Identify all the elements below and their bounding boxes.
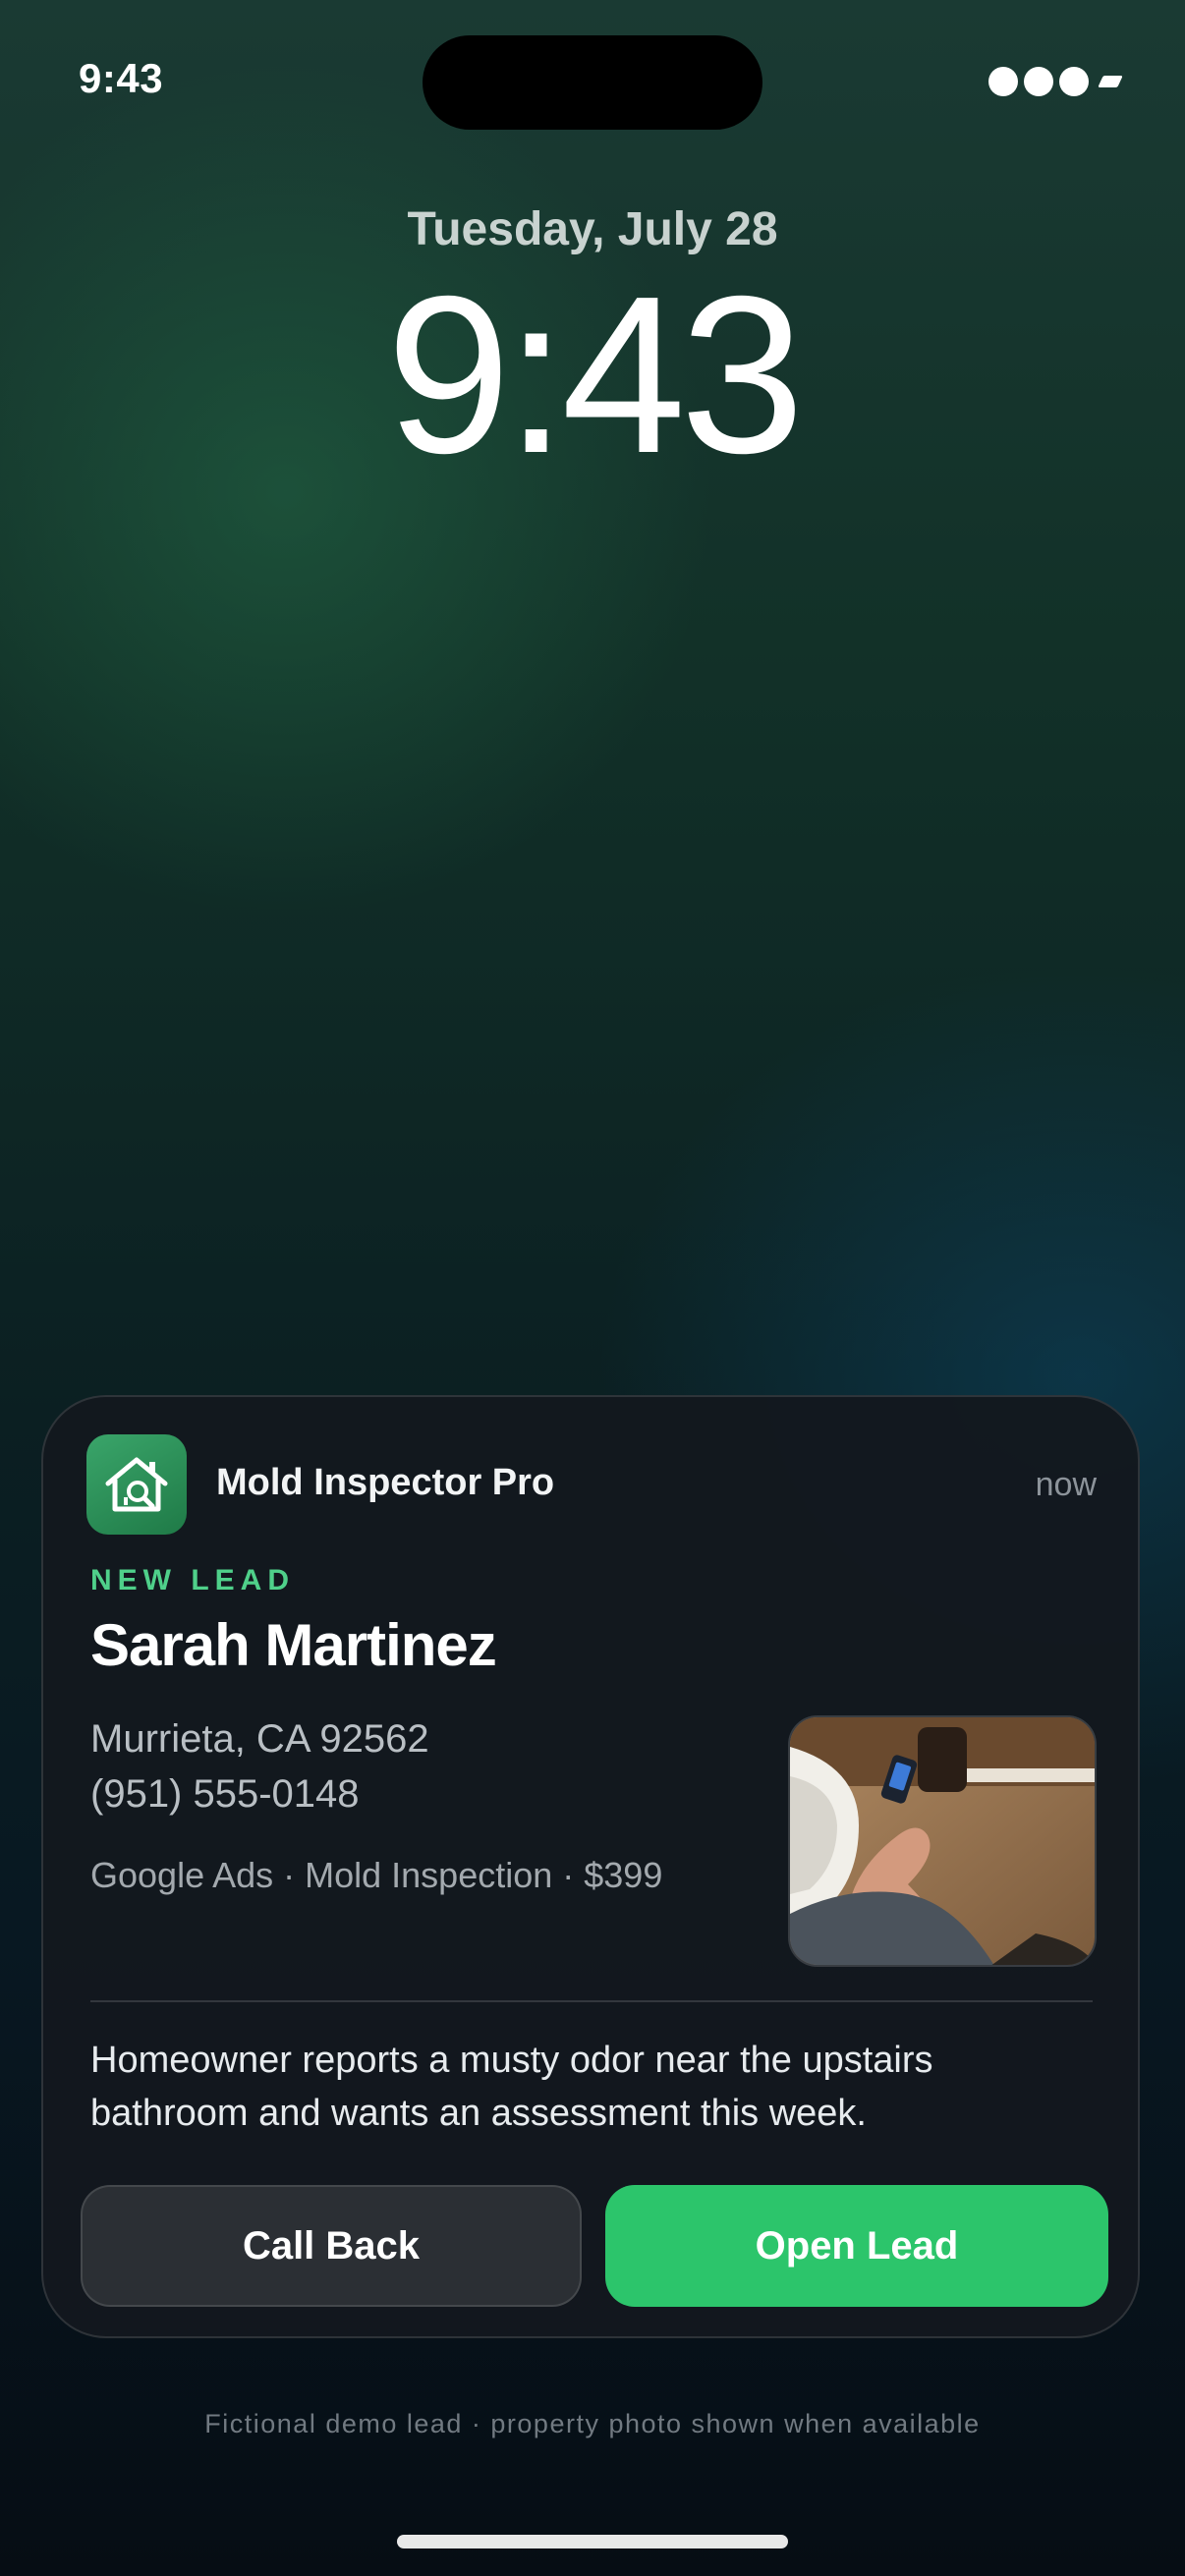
property-photo — [788, 1715, 1097, 1967]
status-bar-time: 9:43 — [79, 55, 164, 101]
lead-name: Sarah Martinez — [90, 1612, 497, 1678]
lead-source-meta: Google Ads · Mold Inspection · $399 — [90, 1855, 663, 1895]
demo-footnote: Fictional demo lead · property photo sho… — [204, 2409, 981, 2438]
new-lead-tag: NEW LEAD — [90, 1564, 295, 1596]
signal-dot-icon — [988, 67, 1018, 96]
dynamic-island — [423, 35, 762, 130]
house-magnifier-icon — [86, 1434, 187, 1535]
battery-icon — [1098, 76, 1123, 87]
call-back-button[interactable]: Call Back — [81, 2185, 582, 2307]
lock-screen-clock: 9:43 — [386, 251, 805, 500]
lock-screen-date: Tuesday, July 28 — [407, 203, 778, 255]
lead-phone: (951) 555-0148 — [90, 1772, 360, 1816]
home-indicator[interactable] — [397, 2535, 788, 2548]
app-name: Mold Inspector Pro — [216, 1462, 555, 1503]
lead-location: Murrieta, CA 92562 — [90, 1717, 429, 1761]
open-lead-button[interactable]: Open Lead — [605, 2185, 1108, 2307]
card-divider — [90, 2000, 1093, 2002]
notification-timestamp: now — [1035, 1466, 1097, 1503]
lead-message: Homeowner reports a musty odor near the … — [90, 2040, 933, 2134]
status-indicators — [988, 65, 1123, 98]
signal-dot-icon — [1059, 67, 1089, 96]
lead-notification-card[interactable]: Mold Inspector Pro now NEW LEAD Sarah Ma… — [41, 1395, 1140, 2338]
signal-dot-icon — [1024, 67, 1053, 96]
